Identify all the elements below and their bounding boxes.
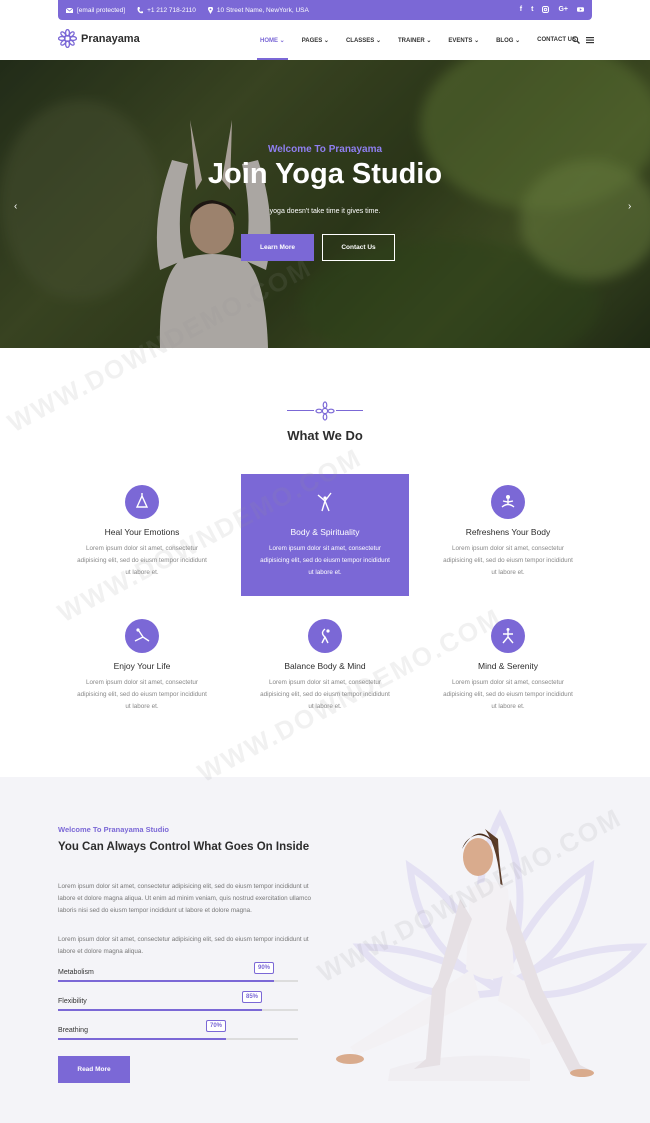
email-text: [email protected]: [77, 6, 126, 14]
card-title: Refreshens Your Body: [465, 527, 551, 537]
instagram-icon[interactable]: [542, 5, 550, 15]
card-text: Lorem ipsum dolor sit amet, consectetur …: [77, 679, 207, 710]
feature-card-body-spirituality[interactable]: Body & Spirituality Lorem ipsum dolor si…: [241, 474, 409, 596]
menu-icon[interactable]: [586, 36, 594, 44]
phone-text: +1 212 718-2110: [147, 6, 196, 14]
learn-more-button[interactable]: Learn More: [241, 234, 314, 261]
phone-item[interactable]: +1 212 718-2110: [137, 6, 196, 14]
address-text: 10 Street Name, NewYork, USA: [216, 6, 309, 14]
about-section: Welcome To Pranayama Studio You Can Alwa…: [0, 777, 650, 1123]
hero-subtitle: Welcome To Pranayama: [267, 144, 383, 155]
nav-menu: HOME ⌄ PAGES ⌄ CLASSES ⌄ TRAINER ⌄ EVENT…: [257, 37, 593, 60]
nav-pages[interactable]: PAGES ⌄: [302, 37, 329, 44]
nav-tools: [572, 36, 594, 44]
brand-name: Pranayama: [81, 32, 140, 45]
address-item: 10 Street Name, NewYork, USA: [207, 6, 309, 14]
twitter-icon[interactable]: t: [531, 6, 533, 15]
about-paragraph-1: Lorem ipsum dolor sit amet, consectetur …: [58, 883, 312, 914]
feature-card-mind-serenity[interactable]: Mind & Serenity Lorem ipsum dolor sit am…: [424, 608, 592, 730]
nav-trainer[interactable]: TRAINER ⌄: [398, 37, 431, 44]
map-pin-icon: [207, 6, 213, 14]
nav-events[interactable]: EVENTS ⌄: [448, 37, 479, 44]
skill-flexibility: Flexibility 85%: [58, 991, 298, 1011]
divider-left: [287, 410, 314, 411]
warrior-pose-icon: [491, 619, 525, 653]
lotus-divider-icon: [315, 401, 335, 421]
bend-pose-icon: [125, 619, 159, 653]
contact-us-button[interactable]: Contact Us: [322, 234, 395, 261]
envelope-icon: [66, 7, 73, 13]
section-title-what-we-do: What We Do: [287, 428, 363, 443]
skill-breathing: Breathing 70%: [58, 1020, 298, 1040]
card-title: Enjoy Your Life: [113, 661, 171, 671]
skill-percent-badge: 85%: [242, 991, 263, 1003]
card-text: Lorem ipsum dolor sit amet, consectetur …: [443, 545, 573, 576]
facebook-icon[interactable]: f: [520, 6, 522, 15]
skill-label: Breathing: [58, 1027, 88, 1034]
card-title: Body & Spirituality: [290, 527, 360, 537]
divider-right: [336, 410, 363, 411]
skill-percent-badge: 70%: [206, 1020, 227, 1032]
hero-title: Join Yoga Studio: [207, 158, 443, 190]
search-icon[interactable]: [572, 36, 580, 44]
social-links: f t G+: [520, 5, 584, 15]
google-plus-icon[interactable]: G+: [558, 6, 568, 15]
nav-classes[interactable]: CLASSES ⌄: [346, 37, 381, 44]
card-title: Balance Body & Mind: [284, 661, 366, 671]
heart-pose-icon: [125, 485, 159, 519]
seated-yoga-woman-photo: [336, 829, 594, 1081]
nav-home[interactable]: HOME ⌄: [257, 37, 288, 60]
feature-card-enjoy[interactable]: Enjoy Your Life Lorem ipsum dolor sit am…: [58, 608, 226, 730]
card-text: Lorem ipsum dolor sit amet, consectetur …: [260, 545, 390, 576]
card-text: Lorem ipsum dolor sit amet, consectetur …: [443, 679, 573, 710]
card-text: Lorem ipsum dolor sit amet, consectetur …: [260, 679, 390, 710]
feature-card-heal[interactable]: Heal Your Emotions Lorem ipsum dolor sit…: [58, 474, 226, 596]
email-item[interactable]: [email protected]: [66, 7, 125, 14]
feature-card-balance[interactable]: Balance Body & Mind Lorem ipsum dolor si…: [241, 608, 409, 730]
main-navbar: Pranayama HOME ⌄ PAGES ⌄ CLASSES ⌄ TRAIN…: [0, 20, 650, 60]
feature-card-refreshens[interactable]: Refreshens Your Body Lorem ipsum dolor s…: [424, 474, 592, 596]
phone-icon: [137, 6, 144, 13]
logo[interactable]: Pranayama: [58, 29, 140, 48]
skill-metabolism: Metabolism 90%: [58, 962, 298, 982]
hero-tagline: yoga doesn't take time it gives time.: [269, 208, 381, 215]
nav-contact[interactable]: CONTACT US: [537, 37, 576, 44]
nav-blog[interactable]: BLOG ⌄: [496, 37, 520, 44]
hero-slider: ‹ › Welcome To Pranayama Join Yoga Studi…: [0, 60, 650, 348]
youtube-icon[interactable]: [577, 6, 584, 15]
lotus-pose-icon: [491, 485, 525, 519]
about-subtitle: Welcome To Pranayama Studio: [58, 825, 170, 834]
read-more-button[interactable]: Read More: [58, 1056, 130, 1083]
balance-pose-icon: [308, 619, 342, 653]
stretch-pose-icon: [308, 485, 342, 519]
card-title: Heal Your Emotions: [104, 527, 180, 537]
card-title: Mind & Serenity: [478, 661, 538, 671]
top-bar: [email protected] +1 212 718-2110 10 Str…: [58, 0, 592, 20]
about-paragraph-2: Lorem ipsum dolor sit amet, consectetur …: [58, 936, 309, 955]
card-text: Lorem ipsum dolor sit amet, consectetur …: [77, 545, 207, 576]
skill-percent-badge: 90%: [254, 962, 275, 974]
about-title: You Can Always Control What Goes On Insi…: [58, 841, 310, 853]
lotus-logo-icon: [58, 29, 77, 48]
